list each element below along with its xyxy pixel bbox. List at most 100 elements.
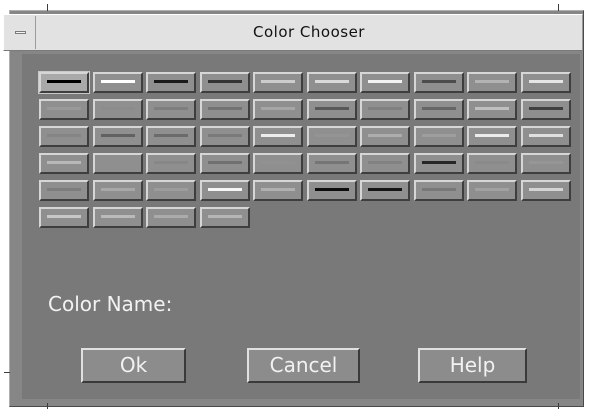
- swatch-color-bar: [100, 161, 135, 164]
- color-swatch-black[interactable]: [38, 71, 90, 94]
- swatch-color-bar: [47, 188, 81, 191]
- swatch-color-bar: [368, 107, 402, 110]
- swatch-color-bar: [475, 188, 509, 191]
- swatch-color-bar: [314, 107, 349, 110]
- swatch-color-bar: [528, 134, 563, 137]
- swatch-color-bar: [100, 188, 135, 191]
- color-name-label: Color Name:: [48, 292, 173, 316]
- swatch-color-bar: [261, 188, 295, 191]
- color-swatch-gray88[interactable]: [520, 126, 571, 147]
- swatch-color-bar: [314, 134, 349, 137]
- color-swatch-gray38[interactable]: [92, 126, 143, 147]
- swatch-color-bar: [154, 107, 188, 110]
- color-swatch-gray80[interactable]: [253, 72, 303, 93]
- swatch-color-bar: [528, 107, 563, 110]
- color-swatch-gray55[interactable]: [92, 99, 143, 120]
- color-swatch-gray70[interactable]: [467, 72, 517, 93]
- swatch-color-bar: [154, 80, 188, 83]
- color-swatch-gray49[interactable]: [39, 180, 89, 201]
- color-swatch-gray10[interactable]: [146, 72, 196, 93]
- swatch-color-bar: [100, 215, 135, 218]
- color-swatch-gray90[interactable]: [520, 72, 571, 93]
- swatch-color-bar: [475, 80, 509, 83]
- swatch-color-bar: [47, 161, 81, 164]
- color-swatch-gray92[interactable]: [467, 126, 517, 147]
- color-swatch-gray25[interactable]: [520, 99, 571, 120]
- dialog-body: Color Name: Ok Cancel Help: [22, 54, 580, 399]
- cancel-button[interactable]: Cancel: [247, 348, 360, 383]
- color-swatch-gray53[interactable]: [146, 153, 196, 174]
- frame-corner-mark: [47, 4, 48, 11]
- color-swatch-gray15[interactable]: [413, 153, 464, 174]
- color-swatch-gray58[interactable]: [306, 126, 357, 147]
- color-swatch-gray63[interactable]: [467, 180, 517, 201]
- swatch-color-bar: [100, 107, 135, 110]
- color-swatch-gray95[interactable]: [360, 72, 410, 93]
- swatch-color-bar: [314, 161, 349, 164]
- color-swatch-gray56[interactable]: [92, 153, 143, 174]
- window-menu-icon: [15, 31, 26, 34]
- color-swatch-gray59[interactable]: [520, 153, 571, 174]
- frame-corner-mark: [4, 372, 10, 373]
- color-swatch-gray62[interactable]: [413, 126, 464, 147]
- swatch-color-bar: [207, 215, 242, 218]
- color-swatch-gray93[interactable]: [253, 126, 303, 147]
- swatch-color-bar: [100, 134, 135, 137]
- swatch-color-bar: [207, 161, 242, 164]
- frame-corner-mark: [558, 4, 559, 11]
- color-swatch-gray66[interactable]: [92, 180, 143, 201]
- color-swatch-gray52[interactable]: [39, 126, 89, 147]
- swatch-color-bar: [207, 188, 242, 191]
- color-swatch-gray42[interactable]: [146, 126, 196, 147]
- color-swatch-gray61[interactable]: [146, 180, 196, 201]
- swatch-color-bar: [314, 188, 349, 191]
- color-swatch-gray50b[interactable]: [360, 99, 410, 120]
- color-swatch-gray51[interactable]: [360, 153, 410, 174]
- swatch-color-bar: [314, 80, 349, 83]
- color-swatch-gray97[interactable]: [199, 180, 250, 201]
- color-swatch-gray35[interactable]: [306, 99, 357, 120]
- color-swatch-gray8[interactable]: [360, 180, 410, 201]
- color-swatch-gray60[interactable]: [39, 99, 89, 120]
- color-swatch-gray46[interactable]: [306, 153, 357, 174]
- color-swatch-gray78[interactable]: [39, 207, 89, 228]
- color-swatch-gray57[interactable]: [253, 153, 303, 174]
- color-swatch-gray67[interactable]: [146, 207, 196, 228]
- swatch-color-bar: [47, 134, 81, 137]
- color-swatch-gray83[interactable]: [520, 180, 571, 201]
- swatch-color-bar: [528, 188, 563, 191]
- swatch-color-bar: [528, 80, 563, 83]
- color-swatch-white[interactable]: [92, 72, 143, 93]
- swatch-color-bar: [421, 80, 456, 83]
- color-swatch-gray45[interactable]: [199, 99, 250, 120]
- swatch-color-bar: [47, 80, 81, 83]
- color-swatch-gray65[interactable]: [253, 99, 303, 120]
- swatch-color-bar: [421, 107, 456, 110]
- color-swatch-gray5[interactable]: [306, 180, 357, 201]
- window-title: Color Chooser: [253, 23, 365, 41]
- swatch-color-bar: [528, 161, 563, 164]
- color-swatch-gray71[interactable]: [199, 207, 250, 228]
- color-swatch-gray30[interactable]: [413, 72, 464, 93]
- color-swatch-gray20[interactable]: [199, 72, 250, 93]
- swatch-color-bar: [368, 134, 402, 137]
- color-swatch-gray47[interactable]: [413, 180, 464, 201]
- color-swatch-gray69[interactable]: [253, 180, 303, 201]
- color-swatch-gray85[interactable]: [306, 72, 357, 93]
- color-swatch-gray44[interactable]: [199, 153, 250, 174]
- color-swatch-gray54[interactable]: [467, 153, 517, 174]
- swatch-color-bar: [368, 161, 402, 164]
- color-swatch-gray68[interactable]: [360, 126, 410, 147]
- titlebar[interactable]: Color Chooser: [3, 14, 583, 51]
- color-swatch-gray72[interactable]: [39, 153, 89, 174]
- frame-corner-mark: [558, 403, 559, 409]
- color-swatch-gray48[interactable]: [199, 126, 250, 147]
- swatch-color-bar: [207, 80, 242, 83]
- window-menu-button[interactable]: [5, 16, 36, 49]
- ok-button[interactable]: Ok: [81, 348, 186, 383]
- color-swatch-gray73[interactable]: [92, 207, 143, 228]
- color-swatch-gray75[interactable]: [467, 99, 517, 120]
- color-swatch-gray40[interactable]: [413, 99, 464, 120]
- color-swatch-gray50[interactable]: [146, 99, 196, 120]
- help-button[interactable]: Help: [418, 348, 527, 383]
